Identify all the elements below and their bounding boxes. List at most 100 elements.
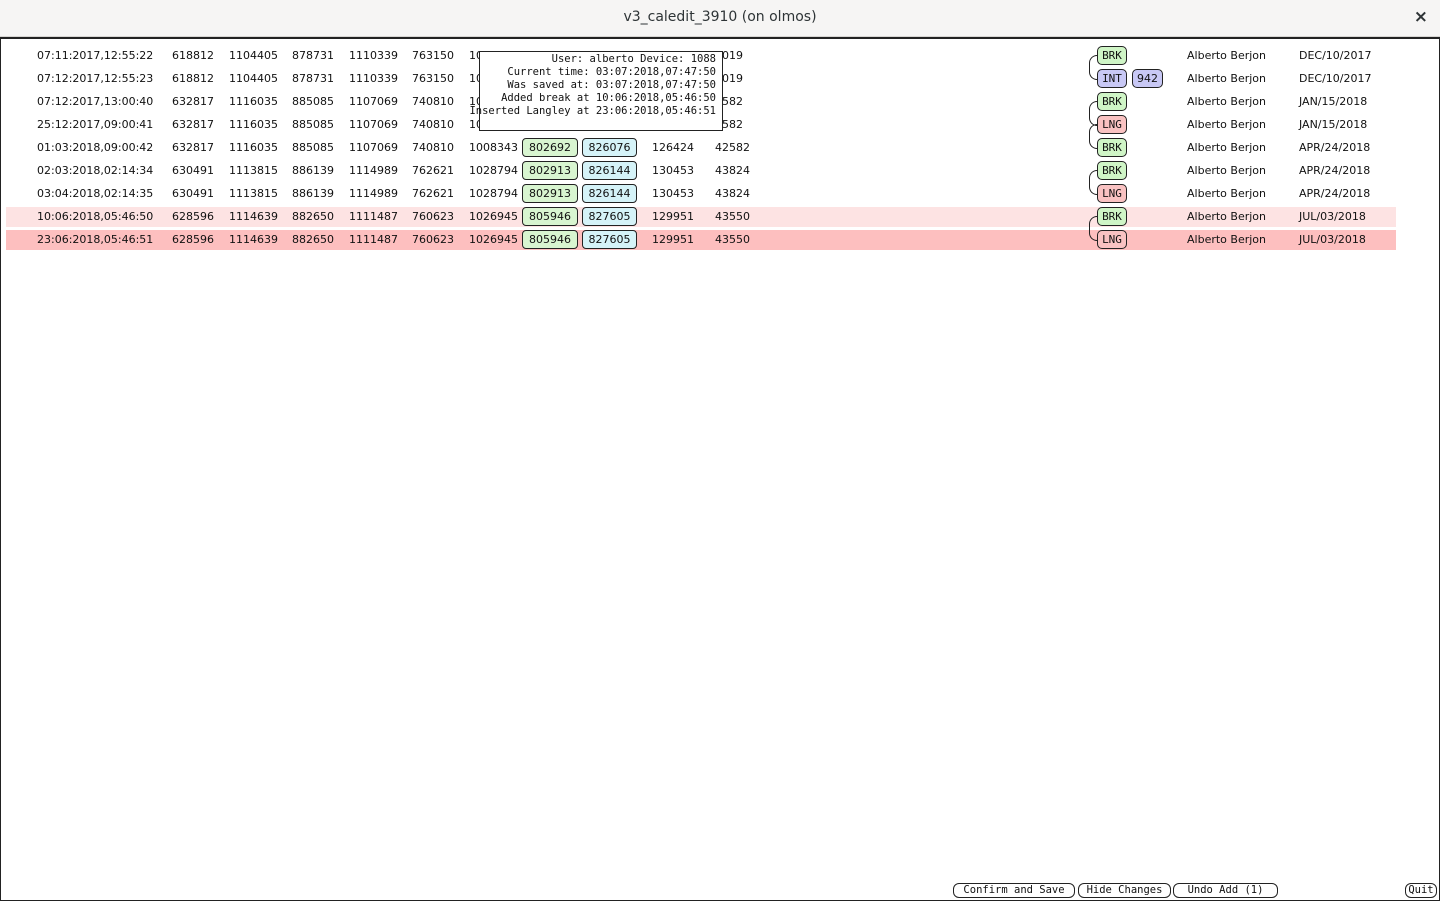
green-value-pill[interactable]: 802913 [522,161,578,180]
table-row[interactable]: 03:04:2018,02:14:35 630491 1113815 886139 11… [6,184,1396,204]
cell-timestamp: 01:03:2018,09:00:42 [37,141,154,154]
cell-col4: 1111487 [349,210,398,223]
tooltip-inserted-langley-line: Inserted Langley at 23:06:2018,05:46:51 [469,105,716,117]
cell-col4: 1111487 [349,233,398,246]
cell-col7: 129951 [652,210,694,223]
cell-col3: 878731 [292,49,334,62]
cell-col3: 885085 [292,95,334,108]
cell-user: Alberto Berjon [1187,72,1266,85]
cell-col5: 763150 [412,49,454,62]
cell-col1: 630491 [172,164,214,177]
cell-col2: 1104405 [229,72,278,85]
cell-col4: 1107069 [349,95,398,108]
cell-col2: 1116035 [229,95,278,108]
close-icon[interactable]: × [1414,7,1428,27]
green-value-pill[interactable]: 805946 [522,230,578,249]
cell-user: Alberto Berjon [1187,187,1266,200]
event-tag[interactable]: BRK [1097,161,1127,180]
cell-user: Alberto Berjon [1187,141,1266,154]
cell-col1: 618812 [172,72,214,85]
tooltip-added-break-line: Added break at 10:06:2018,05:46:50 [501,92,716,104]
cell-timestamp: 10:06:2018,05:46:50 [37,210,154,223]
cell-col4: 1114989 [349,164,398,177]
table-row[interactable]: 23:06:2018,05:46:51 628596 1114639 882650 11… [6,230,1396,250]
event-tag[interactable]: BRK [1097,207,1127,226]
event-tag[interactable]: BRK [1097,138,1127,157]
main-panel: 07:11:2017,12:55:22 618812 1104405 878731 11… [0,37,1440,901]
cell-date: APR/24/2018 [1299,187,1371,200]
table-row[interactable]: 01:03:2018,09:00:42 632817 1116035 885085 11… [6,138,1396,158]
window-title: v3_caledit_3910 (on olmos) [623,9,817,25]
cell-col4: 1107069 [349,141,398,154]
cell-col1: 628596 [172,210,214,223]
cell-col7: 130453 [652,164,694,177]
cell-date: APR/24/2018 [1299,164,1371,177]
cell-user: Alberto Berjon [1187,95,1266,108]
cell-col1: 632817 [172,118,214,131]
cell-col3: 886139 [292,187,334,200]
event-tag[interactable]: LNG [1097,230,1127,249]
cell-col5: 760623 [412,210,454,223]
cell-col3: 885085 [292,141,334,154]
cell-col5: 762621 [412,164,454,177]
event-link-connector [1089,55,1098,80]
confirm-save-button[interactable]: Confirm and Save [953,883,1075,898]
cell-user: Alberto Berjon [1187,210,1266,223]
event-tag[interactable]: LNG [1097,115,1127,134]
cell-col1: 632817 [172,141,214,154]
cell-col2: 1116035 [229,118,278,131]
cell-col7: 129951 [652,233,694,246]
cell-col3: 882650 [292,233,334,246]
event-tag[interactable]: BRK [1097,46,1127,65]
green-value-pill[interactable]: 805946 [522,207,578,226]
cyan-value-pill[interactable]: 827605 [582,230,637,249]
window-titlebar: v3_caledit_3910 (on olmos) × [0,0,1440,37]
cell-col5: 740810 [412,141,454,154]
cell-col2: 1116035 [229,141,278,154]
cell-user: Alberto Berjon [1187,164,1266,177]
cell-date: JUL/03/2018 [1299,210,1366,223]
event-link-connector [1089,124,1098,149]
cyan-value-pill[interactable]: 827605 [582,207,637,226]
quit-button[interactable]: Quit [1405,883,1437,898]
cell-date: JAN/15/2018 [1299,118,1368,131]
green-value-pill[interactable]: 802692 [522,138,578,157]
undo-add-button[interactable]: Undo Add (1) [1173,883,1278,898]
green-value-pill[interactable]: 802913 [522,184,578,203]
cell-col2: 1113815 [229,164,278,177]
cell-col4: 1114989 [349,187,398,200]
event-link-connector [1089,216,1098,241]
cell-col8: 43824 [715,187,750,200]
cell-col4: 1110339 [349,49,398,62]
cell-col5: 763150 [412,72,454,85]
tooltip-current-time-line: Current time: 03:07:2018,07:47:50 [507,66,716,78]
event-extra-tag[interactable]: 942 [1132,69,1163,88]
cell-date: JUL/03/2018 [1299,233,1366,246]
cell-col8: 42582 [715,141,750,154]
cell-col3: 882650 [292,210,334,223]
event-tag[interactable]: BRK [1097,92,1127,111]
cell-col4: 1107069 [349,118,398,131]
cell-col8: 43550 [715,210,750,223]
cell-col7: 130453 [652,187,694,200]
cell-timestamp: 02:03:2018,02:14:34 [37,164,154,177]
cyan-value-pill[interactable]: 826076 [582,138,637,157]
cell-timestamp: 07:12:2017,12:55:23 [37,72,154,85]
table-row[interactable]: 02:03:2018,02:14:34 630491 1113815 886139 11… [6,161,1396,181]
cyan-value-pill[interactable]: 826144 [582,184,637,203]
cell-col3: 885085 [292,118,334,131]
info-tooltip: User: alberto Device: 1088 Current time:… [469,51,723,131]
cell-date: APR/24/2018 [1299,141,1371,154]
cell-user: Alberto Berjon [1187,118,1266,131]
cell-col6: 1028794 [469,187,518,200]
cyan-value-pill[interactable]: 826144 [582,161,637,180]
cell-col6: 1026945 [469,210,518,223]
cell-date: DEC/10/2017 [1299,49,1372,62]
cell-timestamp: 07:11:2017,12:55:22 [37,49,154,62]
cell-timestamp: 23:06:2018,05:46:51 [37,233,154,246]
table-row[interactable]: 10:06:2018,05:46:50 628596 1114639 882650 11… [6,207,1396,227]
event-tag[interactable]: LNG [1097,184,1127,203]
event-tag[interactable]: INT [1097,69,1127,88]
hide-changes-button[interactable]: Hide Changes [1078,883,1171,898]
cell-col5: 740810 [412,95,454,108]
